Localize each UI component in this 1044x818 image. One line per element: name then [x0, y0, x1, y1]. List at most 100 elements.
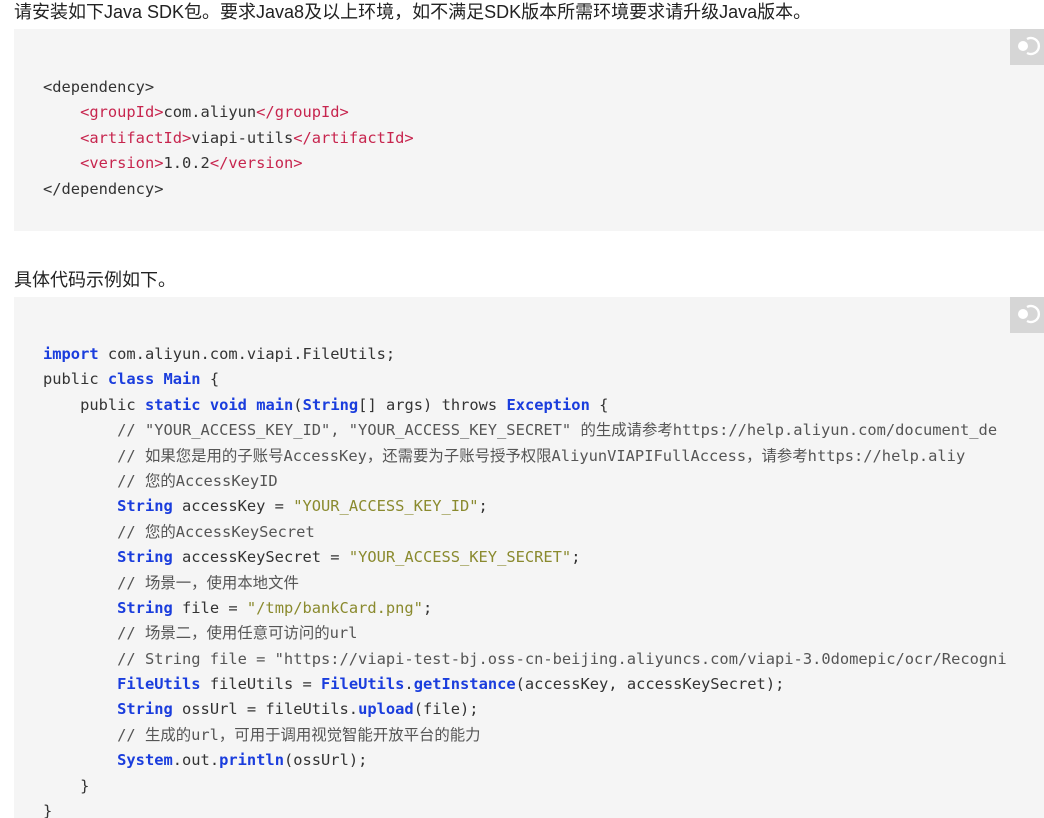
- code-token: main: [256, 395, 294, 414]
- code-line: FileUtils fileUtils = FileUtils.getInsta…: [43, 672, 1007, 697]
- code-token: </groupId>: [256, 103, 349, 122]
- code-line: String ossUrl = fileUtils.upload(file);: [43, 697, 1007, 722]
- java-code-block[interactable]: import com.aliyun.com.viapi.FileUtils; pu…: [14, 297, 1044, 818]
- code-line: public static void main(String[] args) t…: [43, 393, 1007, 418]
- code-token: println: [219, 751, 284, 770]
- code-token: </dependency>: [43, 179, 164, 198]
- code-token: FileUtils: [117, 675, 201, 694]
- code-token: {: [589, 395, 609, 414]
- code-line: System.out.println(ossUrl);: [43, 748, 1007, 773]
- code-token: <dependency>: [43, 78, 155, 96]
- code-token: file =: [172, 598, 247, 617]
- code-token: Exception: [506, 395, 590, 414]
- code-token: // 场景一，使用本地文件: [117, 573, 299, 592]
- code-token: [] args) throws: [358, 395, 507, 414]
- code-token: .out.: [172, 751, 220, 770]
- code-token: // 生成的url，可用于调用视觉智能开放平台的能力: [117, 725, 481, 744]
- code-token: static: [144, 395, 201, 414]
- code-token: </version>: [209, 154, 303, 173]
- code-line: </dependency>: [43, 177, 414, 202]
- code-token: com.aliyun.com.viapi.FileUtils;: [98, 345, 396, 363]
- code-line: }: [43, 774, 1007, 799]
- code-token: .: [404, 675, 414, 694]
- code-token: <version>: [80, 154, 164, 173]
- code-token: import: [43, 345, 99, 363]
- code-token: // "YOUR_ACCESS_KEY_ID", "YOUR_ACCESS_KE…: [117, 421, 998, 440]
- example-paragraph: 具体代码示例如下。: [14, 270, 176, 290]
- code-token: }: [43, 802, 53, 818]
- code-token: void: [209, 395, 247, 414]
- code-line: }: [43, 799, 1007, 818]
- code-line: String file = "/tmp/bankCard.png";: [43, 596, 1007, 621]
- code-token: viapi-utils: [191, 128, 294, 147]
- code-token: "YOUR_ACCESS_KEY_ID": [293, 497, 479, 516]
- copy-icon: [1018, 304, 1040, 324]
- code-line: // 场景一，使用本地文件: [43, 571, 1007, 596]
- copy-button[interactable]: [1010, 297, 1044, 333]
- intro-paragraph: 请安装如下Java SDK包。要求Java8及以上环境，如不满足SDK版本所需环…: [14, 2, 812, 22]
- code-token: (: [293, 395, 303, 414]
- code-line: <artifactId>viapi-utils</artifactId>: [43, 126, 414, 151]
- code-token: public: [43, 370, 108, 389]
- code-token: String: [117, 497, 173, 516]
- code-token: class: [107, 370, 155, 389]
- code-token: // 您的AccessKeySecret: [117, 522, 315, 541]
- code-line: String accessKeySecret = "YOUR_ACCESS_KE…: [43, 545, 1007, 570]
- code-line: <dependency>: [43, 75, 414, 100]
- code-token: com.aliyun: [163, 103, 257, 122]
- code-line: // "YOUR_ACCESS_KEY_ID", "YOUR_ACCESS_KE…: [43, 418, 1007, 443]
- code-token: String: [117, 598, 173, 617]
- code-token: // 如果您是用的子账号AccessKey，还需要为子账号授予权限AliyunV…: [117, 446, 966, 465]
- code-token: String: [117, 548, 173, 567]
- code-token: 1.0.2: [163, 154, 210, 173]
- code-line: // String file = "https://viapi-test-bj.…: [43, 647, 1007, 672]
- copy-button[interactable]: [1010, 29, 1044, 65]
- code-token: "/tmp/bankCard.png": [246, 598, 423, 617]
- code-line: import com.aliyun.com.viapi.FileUtils;: [43, 342, 1007, 367]
- code-token: <artifactId>: [80, 128, 192, 147]
- code-line: public class Main {: [43, 367, 1007, 392]
- code-line: String accessKey = "YOUR_ACCESS_KEY_ID";: [43, 494, 1007, 519]
- code-token: String: [302, 395, 359, 414]
- code-token: (file);: [413, 700, 479, 719]
- code-token: {: [200, 370, 220, 389]
- xml-code-block[interactable]: <dependency> <groupId>com.aliyun</groupI…: [14, 29, 1044, 231]
- code-token: accessKeySecret =: [172, 548, 349, 567]
- code-token: </artifactId>: [293, 128, 414, 147]
- code-line: // 如果您是用的子账号AccessKey，还需要为子账号授予权限AliyunV…: [43, 444, 1007, 469]
- code-line: <version>1.0.2</version>: [43, 151, 414, 176]
- code-token: // 场景二，使用任意可访问的url: [117, 624, 358, 643]
- code-token: (accessKey, accessKeySecret);: [515, 675, 785, 694]
- code-token: Main: [163, 370, 201, 389]
- code-token: System: [117, 751, 173, 770]
- code-token: ossUrl = fileUtils.: [172, 700, 359, 719]
- code-token: public: [80, 395, 145, 414]
- code-token: (ossUrl);: [283, 751, 368, 770]
- code-token: String: [117, 700, 173, 719]
- code-line: // 场景二，使用任意可访问的url: [43, 621, 1007, 646]
- java-code: import com.aliyun.com.viapi.FileUtils; pu…: [43, 342, 1007, 818]
- code-token: // String file = "https://viapi-test-bj.…: [117, 649, 1007, 668]
- code-token: fileUtils =: [200, 675, 322, 694]
- code-token: accessKey =: [172, 497, 294, 516]
- code-token: FileUtils: [321, 675, 405, 694]
- code-line: <groupId>com.aliyun</groupId>: [43, 100, 414, 125]
- code-token: upload: [358, 700, 414, 719]
- code-line: // 生成的url，可用于调用视觉智能开放平台的能力: [43, 723, 1007, 748]
